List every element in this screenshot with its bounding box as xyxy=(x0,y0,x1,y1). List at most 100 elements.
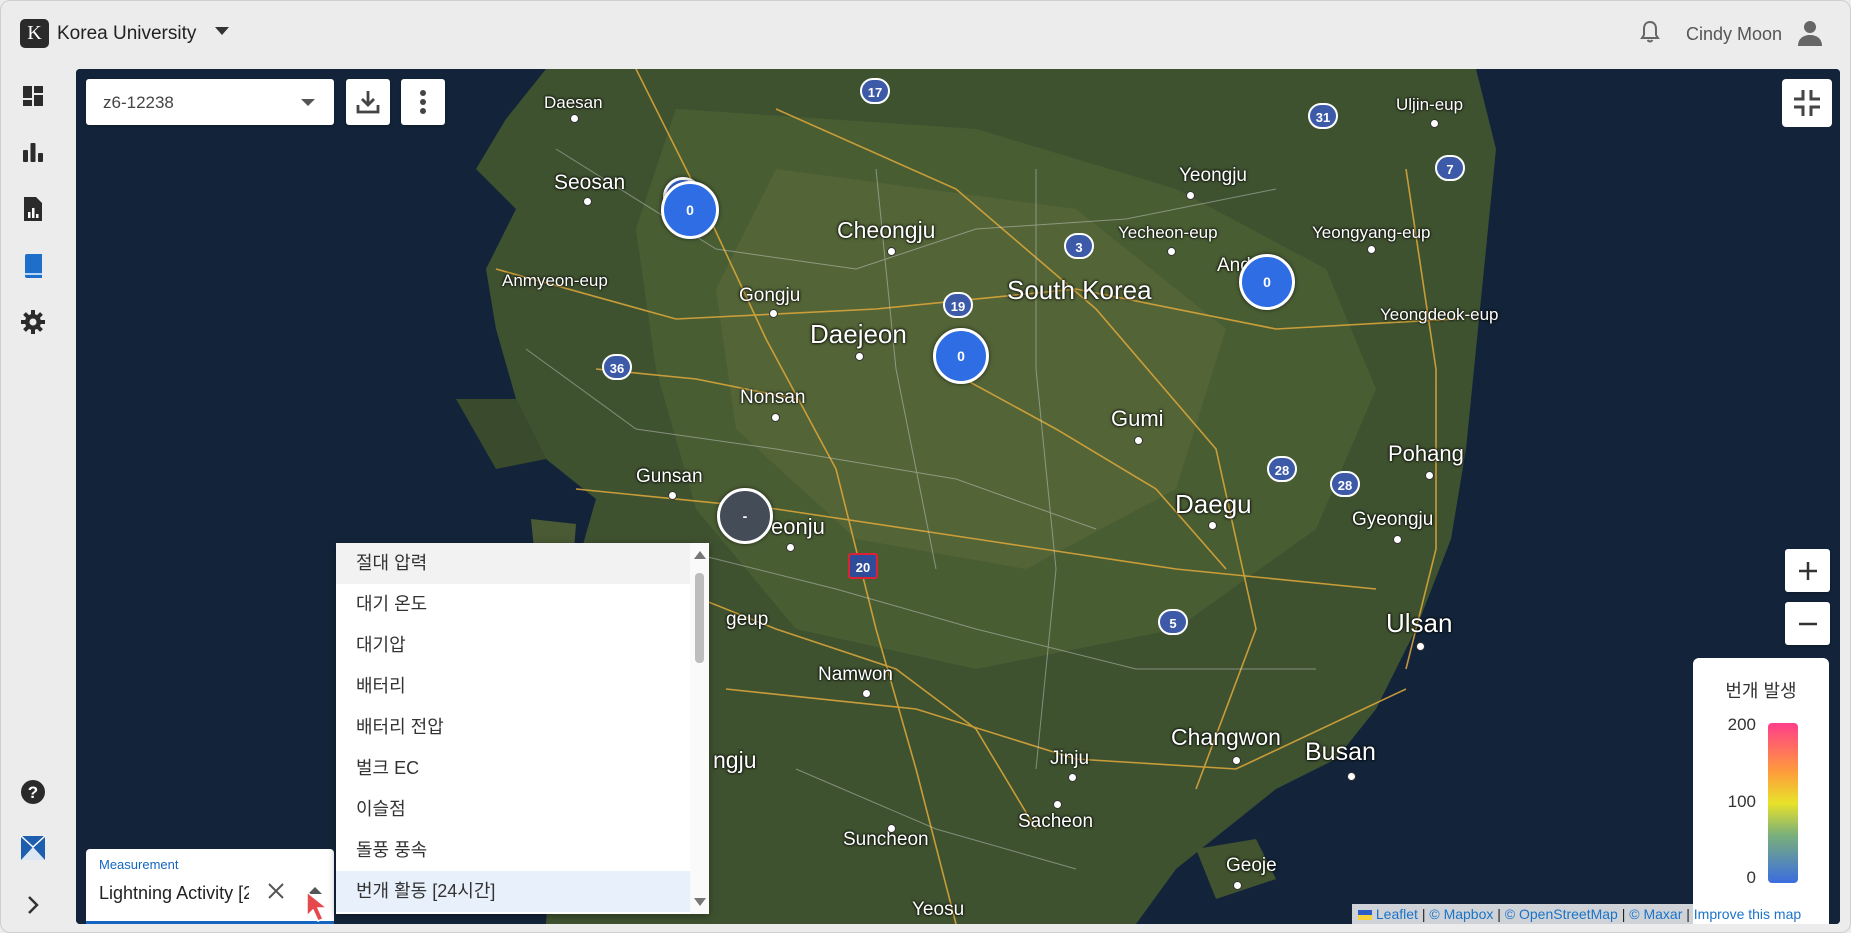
place-label-yeongju: Yeongju xyxy=(1179,165,1247,186)
org-dropdown-caret-icon[interactable] xyxy=(215,27,229,35)
place-dot xyxy=(771,413,780,422)
place-dot xyxy=(1167,247,1176,256)
dropdown-option-selected[interactable]: 번개 활동 [24시간] xyxy=(336,871,690,912)
place-dot xyxy=(1233,881,1242,890)
route-shield: 36 xyxy=(602,354,632,380)
notification-bell-icon[interactable] xyxy=(1638,19,1662,45)
device-select[interactable]: z6-12238 xyxy=(86,79,334,125)
place-dot xyxy=(1347,772,1356,781)
legend-color-bar xyxy=(1768,723,1798,883)
place-label-geoje: Geoje xyxy=(1226,855,1277,876)
place-label-seosan: Seosan xyxy=(554,171,626,194)
zoom-in-button[interactable] xyxy=(1785,549,1830,592)
clear-icon[interactable] xyxy=(264,879,288,903)
svg-text:?: ? xyxy=(28,783,38,802)
place-dot xyxy=(887,247,896,256)
org-logo: K xyxy=(20,19,49,48)
bar-chart-icon[interactable] xyxy=(19,138,47,166)
place-label-gyeongju: Gyeongju xyxy=(1352,509,1434,530)
dropdown-scrollbar[interactable] xyxy=(690,543,709,914)
user-name[interactable]: Cindy Moon xyxy=(1686,24,1782,45)
place-dot xyxy=(1425,471,1434,480)
measurement-dropdown-list[interactable]: 절대 압력 대기 온도 대기압 배터리 배터리 전압 벌크 EC 이슬점 돌풍 … xyxy=(336,543,709,914)
route-shield: 3 xyxy=(1064,233,1094,259)
place-label-yecheon: Yecheon-eup xyxy=(1118,223,1218,242)
place-dot xyxy=(1430,119,1439,128)
place-label-gumi: Gumi xyxy=(1111,406,1164,431)
place-label-cheongju: Cheongju xyxy=(837,217,936,243)
place-dot xyxy=(583,197,592,206)
report-icon[interactable] xyxy=(19,195,47,223)
place-label-gongju: Gongju xyxy=(739,285,801,306)
dropdown-option[interactable]: 대기압 xyxy=(336,625,690,666)
map-view[interactable]: Daesan Seosan Anmyeon-eup Cheongju Gongj… xyxy=(76,69,1840,924)
exit-fullscreen-button[interactable] xyxy=(1782,79,1832,127)
dropdown-option[interactable]: 절대 압력 xyxy=(336,543,690,584)
route-shield: 20 xyxy=(848,553,878,579)
place-label-busan: Busan xyxy=(1305,738,1376,766)
place-label-daejeon: Daejeon xyxy=(810,319,907,349)
place-dot xyxy=(1053,800,1062,809)
top-bar: K Korea University Cindy Moon xyxy=(1,1,1850,67)
measurement-select[interactable]: Measurement Lightning Activity [24 xyxy=(86,849,334,924)
place-label-nonsan: Nonsan xyxy=(740,387,806,408)
map-cluster-marker[interactable]: 0 xyxy=(933,328,989,384)
zoom-out-button[interactable] xyxy=(1785,602,1830,645)
place-label-daesan: Daesan xyxy=(544,93,603,112)
place-label-yeongyang: Yeongyang-eup xyxy=(1312,223,1431,242)
place-label-yeosu: Yeosu xyxy=(912,899,965,920)
place-label-gwangju: ngju xyxy=(713,747,757,773)
place-label-daegu: Daegu xyxy=(1175,489,1252,519)
dropdown-option[interactable]: 배터리 xyxy=(336,666,690,707)
user-avatar-icon[interactable] xyxy=(1796,19,1824,47)
place-dot xyxy=(1367,245,1376,254)
gear-icon[interactable] xyxy=(19,308,47,336)
book-icon[interactable] xyxy=(19,252,47,280)
route-shield: 7 xyxy=(1435,155,1465,181)
place-label-jinju: Jinju xyxy=(1050,748,1090,769)
download-button[interactable] xyxy=(346,79,390,125)
place-dot xyxy=(668,491,677,500)
place-dot xyxy=(570,114,579,123)
place-label-uljin: Uljin-eup xyxy=(1396,95,1464,114)
map-cluster-marker[interactable]: 0 xyxy=(1239,254,1295,310)
place-label-suncheon: Suncheon xyxy=(843,829,929,850)
expand-sidebar-chevron-right-icon[interactable] xyxy=(19,891,47,919)
app-window: K Korea University Cindy Moon ? Daesan S… xyxy=(0,0,1851,933)
scroll-up-arrow-icon[interactable] xyxy=(694,551,706,559)
leaflet-link[interactable]: Leaflet xyxy=(1376,906,1418,922)
place-label-ulsan: Ulsan xyxy=(1386,608,1453,638)
legend-max-label: 200 xyxy=(1727,715,1756,734)
dropdown-option[interactable]: 벌크 EC xyxy=(336,748,690,789)
place-dot xyxy=(855,352,864,361)
help-icon[interactable]: ? xyxy=(19,778,47,806)
place-dot xyxy=(1134,436,1143,445)
dropdown-option[interactable]: 대기 온도 xyxy=(336,584,690,625)
more-options-button[interactable] xyxy=(401,79,445,125)
device-select-value: z6-12238 xyxy=(103,93,174,112)
place-dot xyxy=(786,543,795,552)
brand-icon[interactable] xyxy=(19,834,47,862)
improve-map-link[interactable]: Improve this map xyxy=(1694,906,1801,922)
route-shield: 19 xyxy=(943,292,973,318)
scrollbar-thumb[interactable] xyxy=(695,573,704,663)
route-shield: 5 xyxy=(1158,609,1188,635)
mapbox-link[interactable]: © Mapbox xyxy=(1429,906,1493,922)
place-label-namwon: Namwon xyxy=(818,664,893,685)
dropdown-option[interactable]: 이슬점 xyxy=(336,789,690,830)
dashboard-icon[interactable] xyxy=(19,82,47,110)
measurement-input[interactable]: Lightning Activity [24 xyxy=(99,883,249,904)
map-cluster-marker[interactable]: - xyxy=(717,488,773,544)
org-switcher[interactable]: K Korea University xyxy=(20,19,196,48)
map-cluster-marker[interactable]: 0 xyxy=(661,181,719,239)
osm-link[interactable]: © OpenStreetMap xyxy=(1505,906,1618,922)
dropdown-option[interactable]: 돌풍 풍속 xyxy=(336,830,690,871)
route-shield: 28 xyxy=(1330,471,1360,497)
dropdown-option[interactable]: 배터리 전압 xyxy=(336,707,690,748)
route-shield: 31 xyxy=(1308,103,1338,129)
org-name: Korea University xyxy=(57,22,197,44)
place-dot xyxy=(887,824,896,833)
place-label-sacheon: Sacheon xyxy=(1018,811,1094,832)
scroll-down-arrow-icon[interactable] xyxy=(694,898,706,906)
maxar-link[interactable]: © Maxar xyxy=(1629,906,1682,922)
